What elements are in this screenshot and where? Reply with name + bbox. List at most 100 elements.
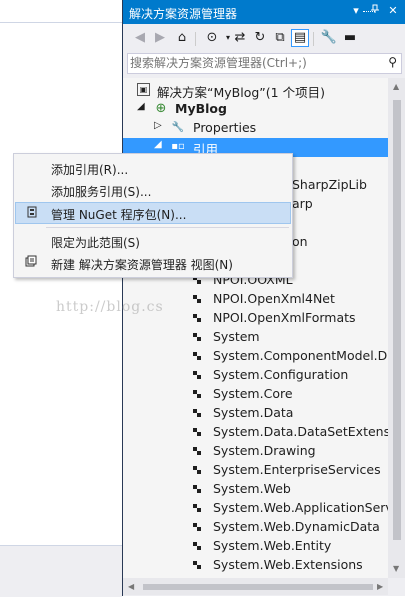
tree-row-reference[interactable]: System — [123, 328, 388, 347]
assembly-reference-icon — [193, 561, 201, 569]
collapse-all-icon[interactable]: ⧉ — [271, 29, 289, 47]
reference-label: NPOI.OpenXmlFormats — [213, 310, 356, 325]
tree-row-reference[interactable]: System.Configuration — [123, 366, 388, 385]
reference-label: System.Web.ApplicationServic — [213, 500, 388, 515]
reference-label: System.Data — [213, 405, 294, 420]
tree-row-reference[interactable]: System.ComponentModel.Da — [123, 347, 388, 366]
panel-toolbar: ◀ ▶ ⌂ ⊙ ▾ ⇄ ↻ ⧉ ▤ 🔧 ▬ — [123, 24, 405, 52]
menu-separator — [46, 227, 289, 228]
vertical-scroll-thumb[interactable] — [393, 100, 401, 540]
assembly-reference-icon — [193, 485, 201, 493]
solution-icon: ▣ — [137, 83, 150, 96]
assembly-reference-icon — [193, 542, 201, 550]
menu-item-add-reference[interactable]: 添加引用(R)... — [15, 157, 291, 179]
pin-icon[interactable] — [367, 3, 383, 19]
tree-row-reference[interactable]: System.Web.Extensions — [123, 556, 388, 575]
tree-row-project[interactable]: ◢ ⊕ MyBlog — [123, 100, 388, 119]
assembly-reference-icon — [193, 409, 201, 417]
new-view-icon — [23, 255, 39, 271]
toolbar-separator — [195, 32, 196, 46]
context-menu: 添加引用(R)... 添加服务引用(S)... 管理 NuGet 程序包(N).… — [13, 153, 293, 278]
menu-item-label: 限定为此范围(S) — [51, 236, 140, 250]
horizontal-scroll-thumb[interactable] — [143, 584, 373, 590]
editor-area — [0, 0, 122, 597]
menu-item-add-service-reference[interactable]: 添加服务引用(S)... — [15, 179, 291, 201]
reference-label: arp — [292, 196, 313, 211]
tree-row-reference[interactable]: System.EnterpriseServices — [123, 461, 388, 480]
assembly-reference-icon — [193, 466, 201, 474]
menu-item-label: 添加引用(R)... — [51, 163, 129, 177]
web-project-icon: ⊕ — [155, 101, 167, 116]
project-label: MyBlog — [175, 101, 227, 116]
reference-label: System.Configuration — [213, 367, 349, 382]
properties-label: Properties — [193, 120, 257, 135]
panel-titlebar: 解决方案资源管理器 ▾ ✕ — [123, 0, 405, 24]
expand-icon[interactable]: ◢ — [154, 139, 164, 150]
home-icon[interactable]: ⌂ — [173, 29, 191, 47]
assembly-reference-icon — [193, 428, 201, 436]
assembly-reference-icon — [193, 295, 201, 303]
tree-row-reference[interactable]: System.Web.Entity — [123, 537, 388, 556]
horizontal-scrollbar[interactable]: ◀ ▶ — [123, 578, 388, 595]
scroll-left-icon[interactable]: ◀ — [128, 582, 134, 591]
reference-label: System.Web — [213, 481, 291, 496]
scroll-up-icon[interactable]: ▲ — [393, 82, 399, 91]
menu-item-label: 新建 解决方案资源管理器 视图(N) — [51, 258, 233, 272]
assembly-reference-icon — [193, 333, 201, 341]
assembly-reference-icon — [193, 390, 201, 398]
watermark: http://blog.cs — [56, 299, 164, 315]
solution-label: 解决方案“MyBlog”(1 个项目) — [157, 85, 325, 100]
menu-item-manage-nuget[interactable]: 管理 NuGet 程序包(N)... — [15, 202, 291, 224]
panel-title: 解决方案资源管理器 — [129, 7, 238, 21]
vertical-scrollbar[interactable]: ▲ ▼ — [388, 78, 405, 578]
references-icon: ▪▫ — [171, 141, 185, 152]
close-icon[interactable]: ✕ — [385, 3, 401, 19]
assembly-reference-icon — [193, 447, 201, 455]
search-input[interactable] — [130, 55, 375, 70]
collapse-icon[interactable]: ▷ — [154, 120, 164, 131]
editor-tab-strip — [0, 0, 122, 23]
wrench-icon: 🔧 — [171, 122, 185, 133]
back-icon[interactable]: ◀ — [131, 29, 149, 47]
menu-item-label: 添加服务引用(S)... — [51, 185, 152, 199]
forward-icon[interactable]: ▶ — [151, 29, 169, 47]
menu-item-new-explorer-view[interactable]: 新建 解决方案资源管理器 视图(N) — [15, 252, 291, 274]
tree-row-properties[interactable]: ▷ 🔧 Properties — [123, 119, 388, 138]
assembly-reference-icon — [193, 371, 201, 379]
assembly-reference-icon — [193, 352, 201, 360]
tree-row-reference[interactable]: System.Drawing — [123, 442, 388, 461]
search-icon[interactable]: ⚲ — [388, 55, 397, 69]
reference-label: SharpZipLib — [292, 177, 367, 192]
nuget-icon — [24, 206, 40, 222]
tree-row-reference[interactable]: System.Web.ApplicationServic — [123, 499, 388, 518]
tree-row-reference[interactable]: System.Web — [123, 480, 388, 499]
editor-bottom-panel — [0, 545, 122, 597]
preview-icon[interactable]: ▬ — [341, 29, 359, 47]
sync-icon[interactable]: ⇄ — [231, 29, 249, 47]
toolbar-separator — [313, 32, 314, 46]
assembly-reference-icon — [193, 504, 201, 512]
assembly-reference-icon — [193, 523, 201, 531]
tree-row-reference[interactable]: System.Data.DataSetExtension — [123, 423, 388, 442]
reference-label: NPOI.OpenXml4Net — [213, 291, 335, 306]
refresh-icon[interactable]: ↻ — [251, 29, 269, 47]
scroll-right-icon[interactable]: ▶ — [377, 582, 383, 591]
reference-label: System.Drawing — [213, 443, 316, 458]
tree-row-solution[interactable]: ▣ 解决方案“MyBlog”(1 个项目) — [123, 81, 388, 100]
search-box[interactable]: ⚲ — [127, 53, 402, 74]
menu-item-scope-to-this[interactable]: 限定为此范围(S) — [15, 230, 291, 252]
tree-row-reference[interactable]: System.Data — [123, 404, 388, 423]
reference-label: System.Web.Extensions — [213, 557, 363, 572]
tree-row-reference[interactable]: System.Web.DynamicData — [123, 518, 388, 537]
reference-label: System.Core — [213, 386, 293, 401]
tree-row-reference[interactable]: System.Core — [123, 385, 388, 404]
properties-wrench-icon[interactable]: 🔧 — [320, 29, 338, 47]
dropdown-icon[interactable]: ▾ — [348, 3, 364, 19]
reference-label: System.Web.Entity — [213, 538, 332, 553]
expand-icon[interactable]: ◢ — [137, 101, 147, 112]
reference-label: System.Web.DynamicData — [213, 519, 380, 534]
show-all-files-icon[interactable]: ▤ — [291, 29, 309, 47]
reference-label: System.Data.DataSetExtension — [213, 424, 388, 439]
scroll-down-icon[interactable]: ▼ — [393, 564, 399, 573]
reference-label: on — [292, 234, 308, 249]
